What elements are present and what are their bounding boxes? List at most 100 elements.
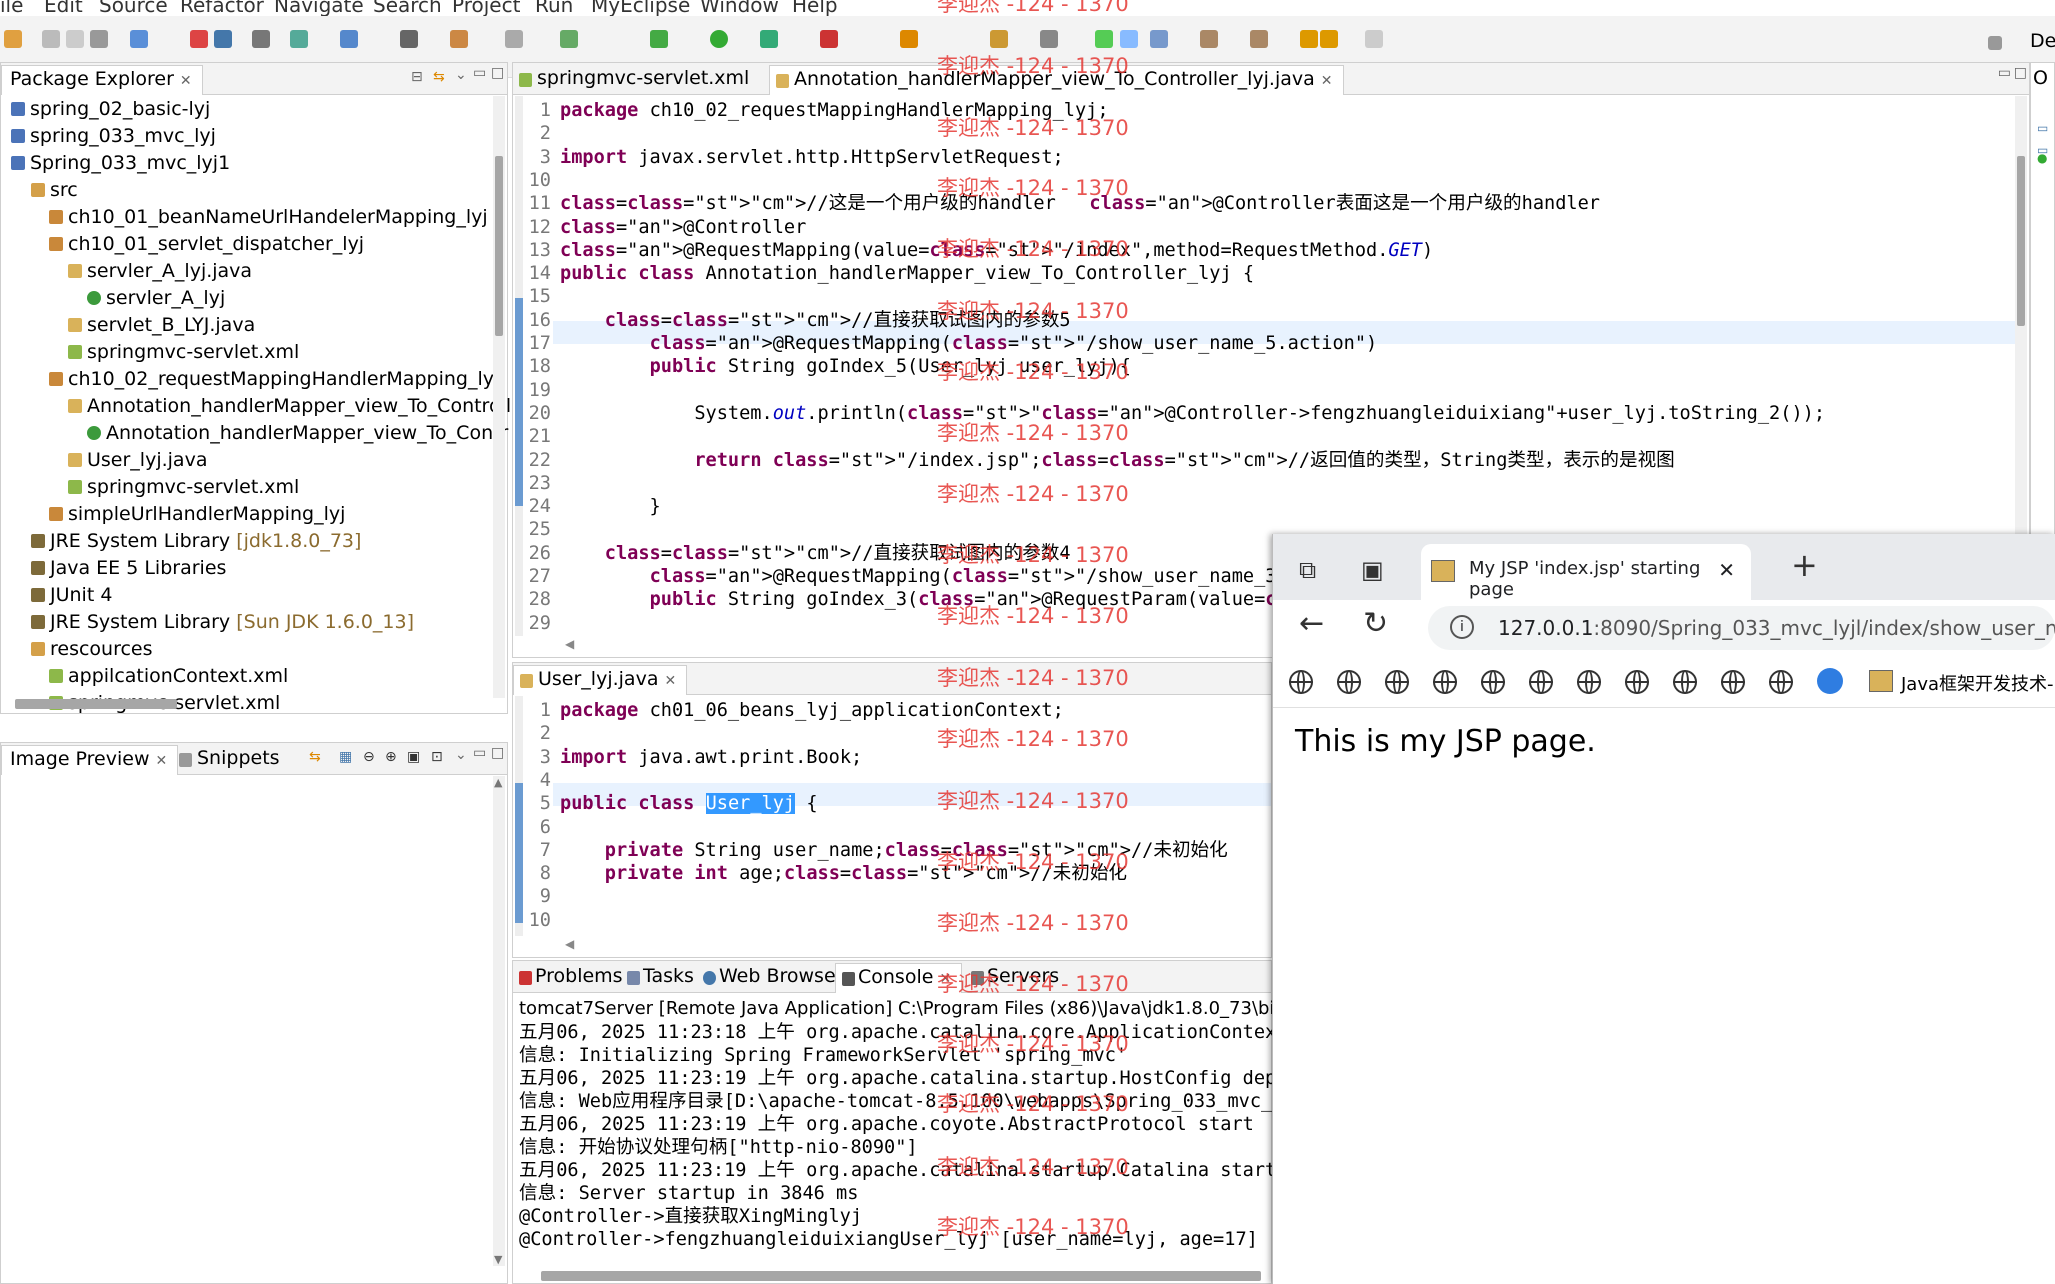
block-icon[interactable]: [1150, 30, 1168, 48]
tab-problems[interactable]: Problems: [513, 963, 633, 993]
menu-myeclipse[interactable]: MyEclipse: [591, 0, 690, 16]
menu-window[interactable]: Window: [700, 0, 779, 16]
tree-item-package[interactable]: simpleUrlHandlerMapping_lyj: [49, 501, 345, 527]
fit-icon[interactable]: ⊡: [431, 749, 443, 765]
menu-source[interactable]: Source: [99, 0, 168, 16]
globe-icon[interactable]: [1289, 670, 1313, 694]
menu-refactor[interactable]: Refactor: [180, 0, 264, 16]
scrollbar-thumb[interactable]: [2017, 156, 2025, 326]
next-annotation-icon[interactable]: [1200, 30, 1218, 48]
menu-help[interactable]: Help: [792, 0, 838, 16]
tree-item-file[interactable]: Annotation_handlerMapper_view_To_Control…: [68, 393, 511, 419]
scroll-down-icon[interactable]: ▼: [494, 1253, 502, 1266]
tree-item-library[interactable]: JRE System Library [Sun JDK 1.6.0_13]: [31, 609, 414, 635]
outline-icon[interactable]: ●: [2037, 151, 2047, 165]
tree-scrollbar[interactable]: [493, 96, 505, 698]
tree-item-project[interactable]: spring_02_basic-lyj: [11, 96, 210, 122]
build-icon[interactable]: [450, 30, 468, 48]
new-icon[interactable]: [4, 30, 22, 48]
menu-file[interactable]: ile: [0, 0, 23, 16]
maximize-icon[interactable]: □: [491, 745, 504, 761]
zoom-out-icon[interactable]: ⊖: [363, 749, 375, 765]
minimize-icon[interactable]: ▭: [473, 745, 486, 761]
close-icon[interactable]: ✕: [1718, 558, 1735, 582]
tab-snippets[interactable]: Snippets: [173, 745, 290, 775]
menu-edit[interactable]: Edit: [44, 0, 83, 16]
globe-icon[interactable]: [1673, 670, 1697, 694]
globe-icon[interactable]: [1385, 670, 1409, 694]
bookmark-icon[interactable]: [1817, 668, 1843, 694]
grid-icon[interactable]: ▦: [339, 749, 352, 765]
browser-icon[interactable]: [400, 30, 418, 48]
globe-icon[interactable]: [1481, 670, 1505, 694]
tree-item-folder[interactable]: src: [31, 177, 78, 203]
tree-item-class[interactable]: Annotation_handlerMapper_view_To_Contr: [87, 420, 508, 446]
globe-icon[interactable]: [1721, 670, 1745, 694]
globe-icon[interactable]: [1577, 670, 1601, 694]
tree-item-library[interactable]: JRE System Library [jdk1.8.0_73]: [31, 528, 361, 554]
tab-actions-icon[interactable]: ▣: [1361, 556, 1384, 584]
view-menu-icon[interactable]: ⌄: [455, 67, 467, 83]
last-edit-icon[interactable]: [1320, 30, 1338, 48]
menu-run[interactable]: Run: [535, 0, 573, 16]
zoom-in-icon[interactable]: ⊕: [385, 749, 397, 765]
bookmark-label[interactable]: Java框架开发技术-...: [1901, 670, 2055, 696]
tab-web-browser[interactable]: Web Browser: [697, 963, 853, 993]
tab-package-explorer[interactable]: Package Explorer ✕: [1, 65, 203, 95]
globe-icon[interactable]: [1337, 670, 1361, 694]
reload-icon[interactable]: ↻: [1363, 606, 1388, 641]
back-icon[interactable]: [1300, 30, 1318, 48]
tree-item-package[interactable]: ch10_01_servlet_dispatcher_lyj: [49, 231, 364, 257]
tree-item-file[interactable]: User_lyj.java: [68, 447, 207, 473]
link-editor-icon[interactable]: ⇆: [433, 69, 445, 85]
save-icon[interactable]: [42, 30, 60, 48]
scroll-left-icon[interactable]: ◀: [565, 637, 574, 651]
external-tools-icon[interactable]: [505, 30, 523, 48]
outline-label[interactable]: O: [2033, 67, 2048, 89]
deploy-icon[interactable]: [190, 30, 208, 48]
globe-icon[interactable]: [1625, 670, 1649, 694]
wizard-icon[interactable]: [290, 30, 308, 48]
tree-item-file[interactable]: appilcationContext.xml: [49, 663, 288, 689]
browser-tab[interactable]: My JSP 'index.jsp' starting page ✕: [1421, 544, 1751, 600]
open-task-icon[interactable]: [900, 30, 918, 48]
monitor-icon[interactable]: [252, 30, 270, 48]
print-icon[interactable]: [90, 30, 108, 48]
address-bar[interactable]: i 127.0.0.1:8090/Spring_033_mvc_lyjl/ind…: [1428, 606, 2055, 650]
tree-item-project[interactable]: spring_033_mvc_lyj: [11, 123, 216, 149]
scroll-up-icon[interactable]: ▲: [494, 776, 502, 789]
tree-item-folder[interactable]: rescources: [31, 636, 153, 662]
minimize-icon[interactable]: ▭: [473, 65, 486, 81]
run-last-icon[interactable]: [760, 30, 778, 48]
scroll-left-icon[interactable]: ◀: [565, 937, 574, 951]
perspective-icon[interactable]: [1988, 36, 2002, 50]
refresh-icon[interactable]: ⇆: [309, 749, 321, 765]
forward-icon[interactable]: [1365, 30, 1383, 48]
server-icon[interactable]: [214, 30, 232, 48]
tree-item-library[interactable]: Java EE 5 Libraries: [31, 555, 226, 581]
open-type-icon[interactable]: [130, 30, 148, 48]
debug-icon[interactable]: [560, 30, 578, 48]
tab-tasks[interactable]: Tasks: [621, 963, 704, 993]
tree-item-package[interactable]: ch10_02_requestMappingHandlerMapping_lyj: [49, 366, 499, 392]
globe-icon[interactable]: [1433, 670, 1457, 694]
maximize-icon[interactable]: □: [491, 65, 504, 81]
tree-item-file[interactable]: springmvc-servlet.xml: [68, 474, 299, 500]
actual-size-icon[interactable]: ▣: [407, 749, 420, 765]
tree-item-class[interactable]: servler_A_lyj: [87, 285, 225, 311]
tree-item-package[interactable]: ch10_01_beanNameUrlHandelerMapping_lyj: [49, 204, 488, 230]
prev-annotation-icon[interactable]: [1250, 30, 1268, 48]
tree-item-file[interactable]: springmvc-servlet.xml: [68, 339, 299, 365]
tree-item-project[interactable]: Spring_033_mvc_lyj1: [11, 150, 230, 176]
outline-icon[interactable]: ▭: [2037, 121, 2048, 135]
folder-icon[interactable]: [990, 30, 1008, 48]
info-icon[interactable]: i: [1450, 615, 1474, 639]
save-all-icon[interactable]: [66, 30, 84, 48]
menu-project[interactable]: Project: [452, 0, 520, 16]
tree-item-file[interactable]: servlet_B_LYJ.java: [68, 312, 255, 338]
tree-item-file[interactable]: servler_A_lyj.java: [68, 258, 252, 284]
scrollbar-thumb[interactable]: [495, 156, 503, 336]
new-class-icon[interactable]: [650, 30, 668, 48]
workspaces-icon[interactable]: ⧉: [1299, 556, 1316, 584]
run-icon[interactable]: [710, 30, 728, 48]
